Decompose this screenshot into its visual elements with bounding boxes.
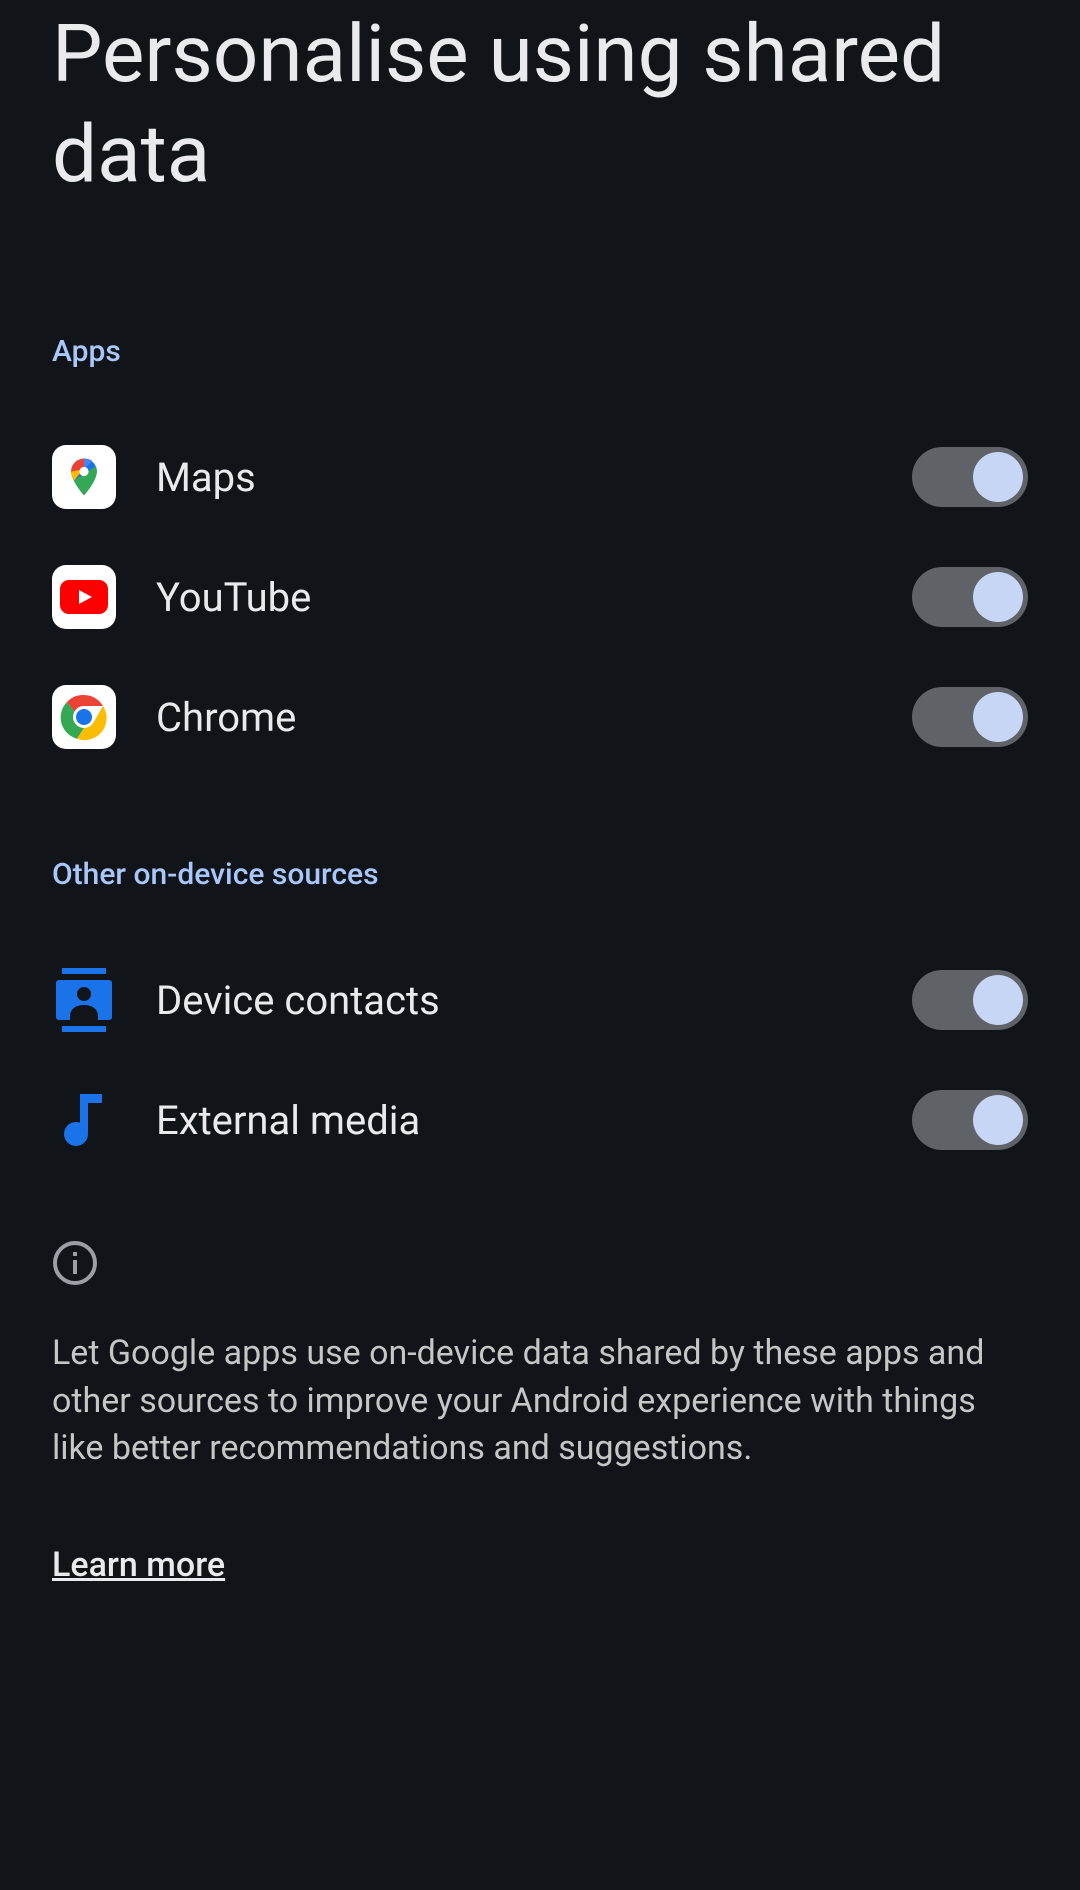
list-item-label: Chrome	[156, 694, 912, 741]
info-description: Let Google apps use on-device data share…	[52, 1330, 1028, 1473]
list-item-label: External media	[156, 1097, 912, 1144]
toggle-external-media[interactable]	[912, 1090, 1028, 1150]
info-icon	[52, 1240, 1028, 1290]
toggle-maps[interactable]	[912, 447, 1028, 507]
learn-more-link[interactable]: Learn more	[52, 1545, 225, 1585]
list-item[interactable]: Device contacts	[52, 940, 1028, 1060]
list-item[interactable]: Chrome	[52, 657, 1028, 777]
maps-icon	[52, 445, 116, 509]
music-icon	[52, 1088, 116, 1152]
list-item[interactable]: YouTube	[52, 537, 1028, 657]
chrome-icon	[52, 685, 116, 749]
list-item[interactable]: Maps	[52, 417, 1028, 537]
list-item[interactable]: External media	[52, 1060, 1028, 1180]
toggle-youtube[interactable]	[912, 567, 1028, 627]
youtube-icon	[52, 565, 116, 629]
contacts-icon	[52, 968, 116, 1032]
list-item-label: YouTube	[156, 574, 912, 621]
section-header-other: Other on-device sources	[52, 857, 1028, 892]
list-item-label: Device contacts	[156, 977, 912, 1024]
section-header-apps: Apps	[52, 334, 1028, 369]
list-item-label: Maps	[156, 454, 912, 501]
toggle-contacts[interactable]	[912, 970, 1028, 1030]
toggle-chrome[interactable]	[912, 687, 1028, 747]
page-title: Personalise using shared data	[52, 0, 1028, 334]
